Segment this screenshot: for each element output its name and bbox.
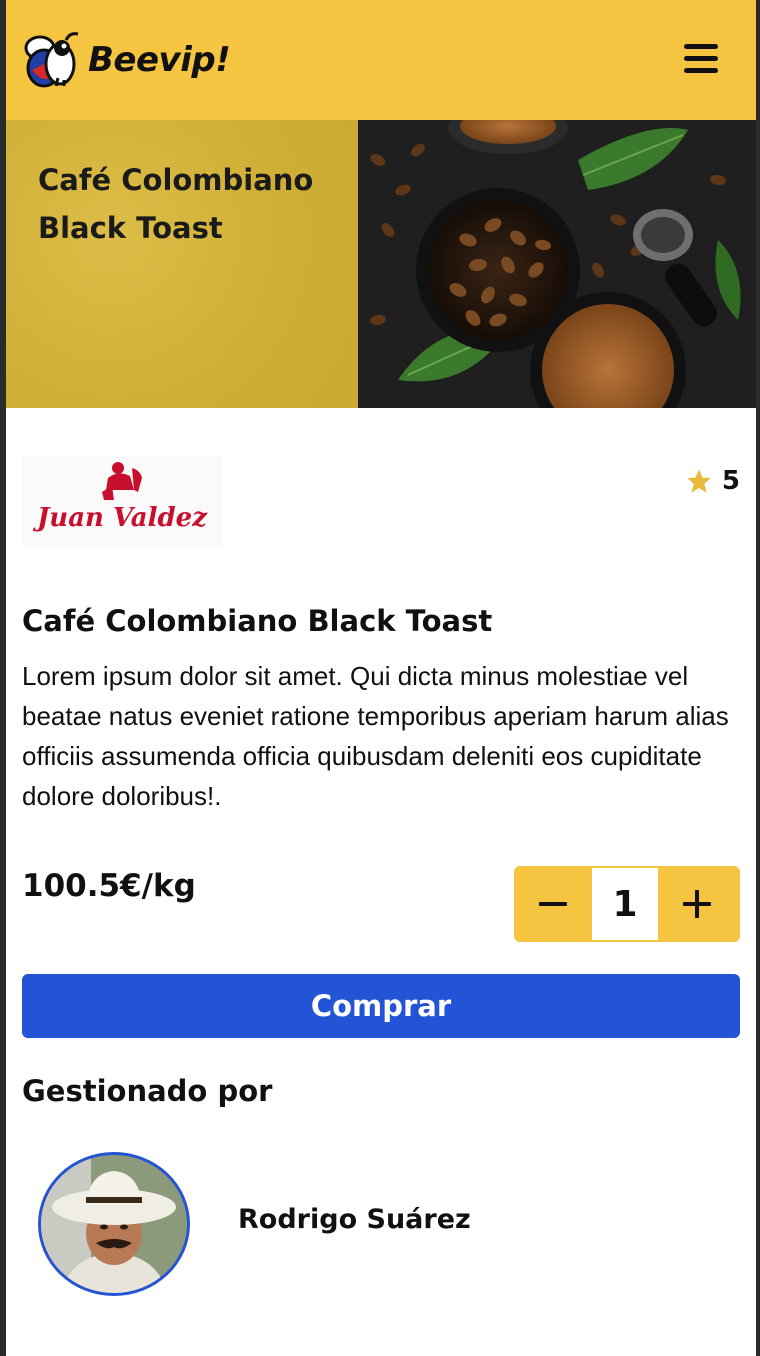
brand-name: Beevip! [88,40,231,80]
plus-icon [683,890,711,918]
minus-icon [539,902,567,906]
product-price: 100.5€/kg [22,868,196,904]
juan-valdez-logo: Juan Valdez [22,456,222,546]
app-screen: Beevip! Café Colombiano Black Toast Juan… [6,0,756,1356]
buy-button[interactable]: Comprar [22,974,740,1038]
hero-title: Café Colombiano Black Toast [38,163,314,245]
hero-text-panel: Café Colombiano Black Toast [6,120,358,408]
product-title: Café Colombiano Black Toast [22,604,493,638]
price-row: 100.5€/kg 1 [22,866,740,942]
manager-card[interactable]: Rodrigo Suárez [22,1136,740,1316]
coffee-beans-image [358,120,756,408]
managed-by-title: Gestionado por [22,1074,273,1108]
star-icon [687,469,711,493]
hero-banner: Café Colombiano Black Toast [6,120,756,408]
increase-quantity-button[interactable] [658,868,736,940]
hamburger-menu-icon [684,44,718,49]
decrease-quantity-button[interactable] [514,868,592,940]
quantity-value[interactable]: 1 [592,868,658,940]
avatar[interactable] [38,1152,190,1296]
manager-name[interactable]: Rodrigo Suárez [238,1204,471,1235]
product-description: Lorem ipsum dolor sit amet. Qui dicta mi… [22,661,729,811]
product-details: Juan Valdez 5 Café Colombiano Black Toas… [6,408,756,1316]
menu-button[interactable] [684,44,718,76]
header: Beevip! [6,0,756,120]
rating-value: 5 [721,466,740,496]
quantity-stepper: 1 [514,866,740,942]
rating: 5 [684,466,740,496]
brand-row: Juan Valdez 5 [22,408,740,588]
svg-text:Juan Valdez: Juan Valdez [32,503,208,533]
brand-logo[interactable]: Beevip! [22,30,231,90]
bee-icon [24,32,79,88]
